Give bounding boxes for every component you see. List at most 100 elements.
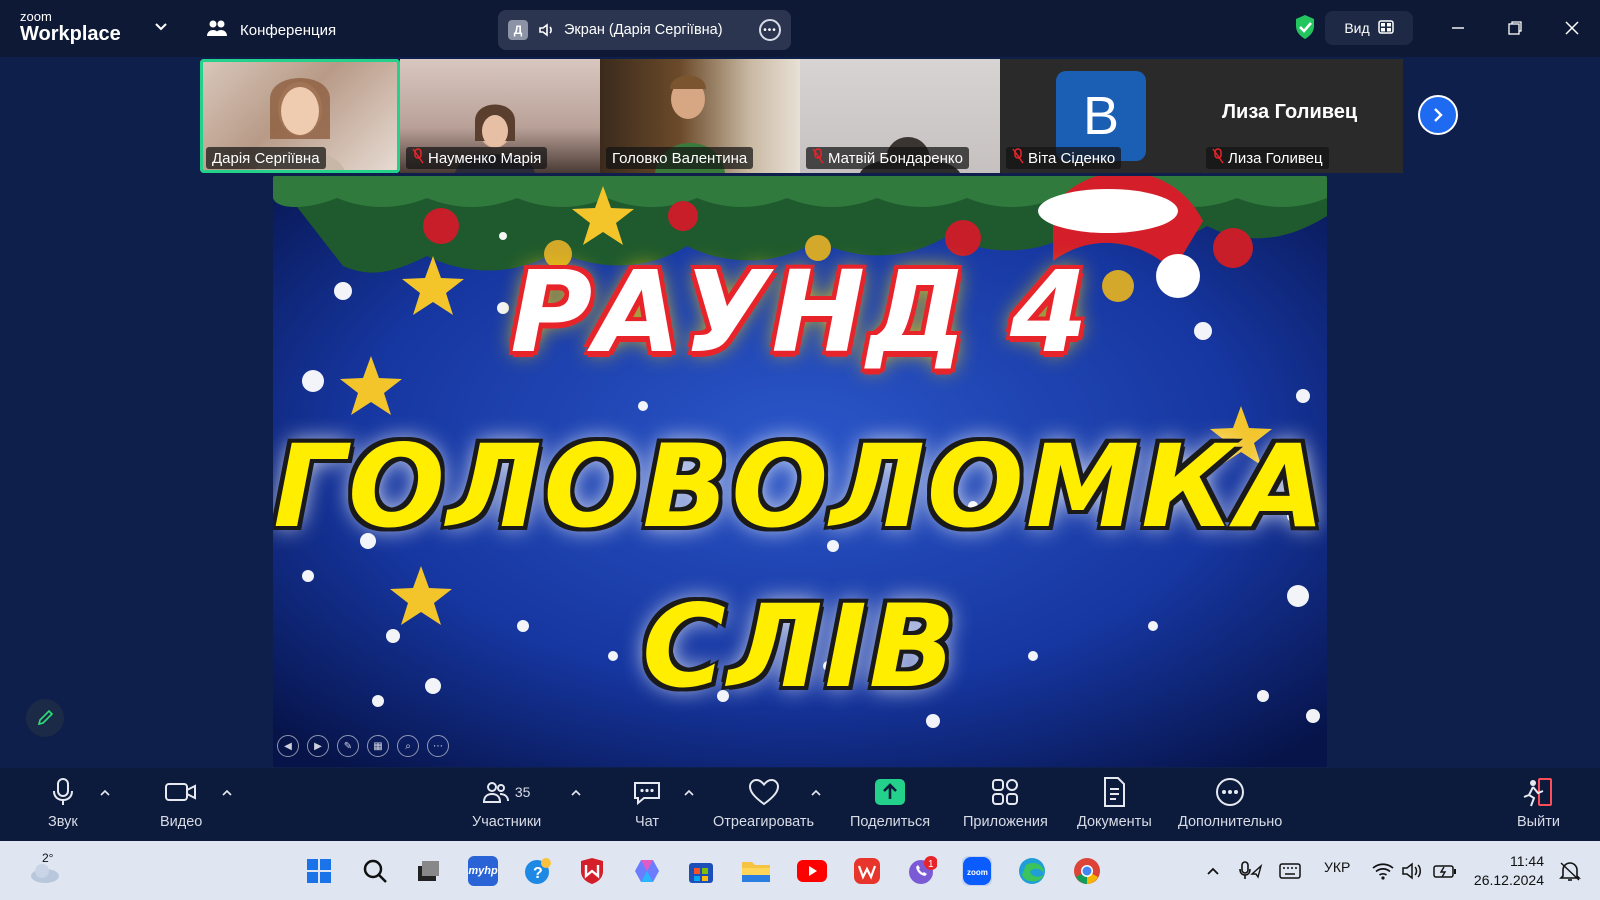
viber-badge: 1 (928, 859, 934, 870)
audio-options-caret-icon[interactable] (98, 786, 112, 800)
more-button[interactable]: Дополнительно (1178, 776, 1282, 830)
viber-icon[interactable]: 1 (907, 856, 937, 886)
youtube-icon[interactable] (797, 856, 827, 886)
participant-display-name: Лиза Голивец (1222, 101, 1358, 123)
meeting-label: Конференция (240, 21, 337, 39)
windows-start-icon[interactable] (304, 856, 334, 886)
leave-label: Выйти (1517, 814, 1560, 830)
close-icon[interactable] (1560, 16, 1584, 40)
mic-muted-icon (412, 148, 424, 168)
chat-icon (632, 776, 662, 808)
chevron-down-icon[interactable] (153, 18, 169, 34)
video-tile[interactable]: Дарія Сергіївна (200, 59, 400, 173)
next-slide-icon[interactable]: ▶ (307, 735, 329, 757)
chrome-icon[interactable] (1072, 856, 1102, 886)
slide-title-line-2: ГОЛОВОЛОМКА (273, 420, 1327, 553)
task-view-icon[interactable] (413, 856, 443, 886)
participant-name: Дарія Сергіївна (206, 147, 326, 169)
clock-time: 11:44 (1510, 853, 1544, 869)
video-tile[interactable]: Науменко Марія (400, 59, 600, 173)
participants-options-caret-icon[interactable] (569, 786, 583, 800)
pencil-icon (37, 709, 54, 726)
zoom-taskbar-icon[interactable]: zoom (962, 856, 992, 886)
zoom-logo: zoom Workplace (20, 10, 121, 44)
logo-small-text: zoom (20, 9, 52, 24)
slide-controls: ◀ ▶ ✎ ▦ ⌕ ⋯ (277, 735, 449, 757)
view-button[interactable]: Вид (1325, 11, 1413, 45)
language-indicator[interactable]: УКР (1324, 859, 1350, 875)
keyboard-icon[interactable] (1275, 856, 1305, 886)
video-label: Видео (160, 814, 203, 830)
slide-title-line-3: СЛІВ (642, 580, 958, 713)
mcafee-icon[interactable] (577, 856, 607, 886)
previous-slide-icon[interactable]: ◀ (277, 735, 299, 757)
title-bar: zoom Workplace Конференция Д Экран (Дарі… (0, 0, 1600, 57)
video-tile[interactable]: Головко Валентина (600, 59, 800, 173)
slide-more-icon[interactable]: ⋯ (427, 735, 449, 757)
shared-screen[interactable]: РАУНД 4 ГОЛОВОЛОМКА СЛІВ ◀ ▶ ✎ ▦ ⌕ ⋯ (273, 176, 1327, 767)
video-tile[interactable]: B Віта Сіденко (1000, 59, 1200, 173)
video-tile[interactable]: Матвій Бондаренко (800, 59, 1000, 173)
store-icon[interactable] (686, 856, 716, 886)
participants-button[interactable]: 35 Участники (472, 776, 541, 830)
more-options-icon (1215, 776, 1245, 808)
annotate-button[interactable] (26, 699, 64, 737)
video-tile[interactable]: Лиза Голивец Лиза Голивец (1200, 59, 1403, 173)
mic-muted-icon (812, 148, 824, 168)
pen-icon[interactable]: ✎ (337, 735, 359, 757)
share-button[interactable]: Поделиться (850, 776, 930, 830)
screen-share-indicator[interactable]: Д Экран (Дарія Сергіївна) ••• (498, 10, 791, 50)
help-icon[interactable]: ? (523, 856, 553, 886)
apps-label: Приложения (963, 814, 1048, 830)
wps-icon[interactable] (852, 856, 882, 886)
wifi-icon[interactable] (1368, 856, 1398, 886)
search-icon[interactable] (360, 856, 390, 886)
audio-button[interactable]: Звук (48, 776, 78, 830)
volume-icon[interactable] (1398, 856, 1428, 886)
restore-icon[interactable] (1503, 16, 1527, 40)
weather-temp: 2° (42, 851, 54, 865)
apps-icon (991, 776, 1019, 808)
notification-bell-icon[interactable] (1555, 856, 1585, 886)
heart-icon (748, 776, 780, 808)
chevron-right-icon (1434, 108, 1443, 122)
apps-button[interactable]: Приложения (963, 776, 1048, 830)
leave-icon (1521, 776, 1555, 808)
battery-icon[interactable] (1430, 856, 1460, 886)
minimize-icon[interactable] (1446, 16, 1470, 40)
share-label-button: Поделиться (850, 814, 931, 830)
view-label: Вид (1344, 20, 1370, 36)
participants-icon: 35 (482, 776, 531, 808)
chat-options-caret-icon[interactable] (682, 786, 696, 800)
copilot-icon[interactable] (632, 856, 662, 886)
grid-icon (1377, 19, 1394, 37)
share-screen-icon (875, 776, 906, 808)
mic-muted-icon (1012, 148, 1024, 168)
slides-grid-icon[interactable]: ▦ (367, 735, 389, 757)
participants-count: 35 (514, 784, 531, 800)
video-options-caret-icon[interactable] (220, 786, 234, 800)
participant-name: Лиза Голивец (1206, 147, 1329, 169)
edge-icon[interactable] (1017, 856, 1047, 886)
camera-icon (165, 776, 197, 808)
docs-label: Документы (1077, 814, 1152, 830)
docs-button[interactable]: Документы (1077, 776, 1152, 830)
tray-chevron-up-icon[interactable] (1198, 856, 1228, 886)
windows-taskbar: 2° myhp ? 1 zoom УКР 11:44 26.12.2024 (0, 841, 1600, 900)
mic-in-use-icon[interactable] (1236, 856, 1266, 886)
chat-button[interactable]: Чат (632, 776, 662, 830)
react-options-caret-icon[interactable] (809, 786, 823, 800)
system-clock[interactable]: 11:44 26.12.2024 (1474, 852, 1544, 890)
next-page-button[interactable] (1418, 95, 1458, 135)
zoom-icon[interactable]: ⌕ (397, 735, 419, 757)
shield-icon[interactable] (1294, 14, 1316, 45)
file-explorer-icon[interactable] (741, 856, 771, 886)
myhp-icon[interactable]: myhp (468, 856, 498, 886)
mic-muted-icon (1212, 148, 1224, 168)
more-icon[interactable]: ••• (759, 19, 781, 41)
react-button[interactable]: Отреагировать (713, 776, 814, 830)
slide-title-line-1: РАУНД 4 (510, 248, 1090, 378)
video-button[interactable]: Видео (160, 776, 202, 830)
meeting-info[interactable]: Конференция (206, 18, 336, 42)
leave-button[interactable]: Выйти (1517, 776, 1560, 830)
